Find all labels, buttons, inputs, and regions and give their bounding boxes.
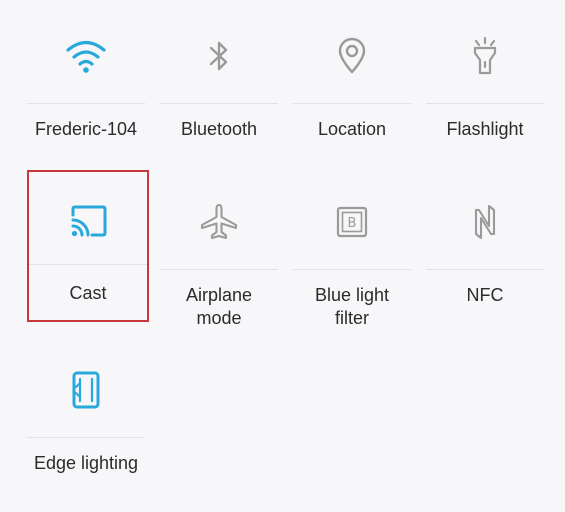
tile-divider: [426, 269, 544, 270]
tile-wifi[interactable]: Frederic-104: [27, 10, 145, 160]
tile-label: Flashlight: [446, 119, 524, 139]
bluetooth-icon: [160, 32, 278, 80]
quick-settings-panel: Frederic-104 Bluetooth Location Flashlig…: [0, 0, 565, 512]
tile-label: Blue light filter: [314, 285, 390, 328]
blue-light-filter-icon: B: [293, 198, 411, 246]
tile-label: Cast: [69, 283, 107, 303]
tile-flashlight[interactable]: Flashlight: [426, 10, 544, 160]
nfc-icon: [426, 198, 544, 246]
tile-divider: [160, 269, 278, 270]
airplane-icon: [160, 198, 278, 246]
location-pin-icon: [293, 32, 411, 80]
edge-lighting-icon: [27, 366, 145, 414]
tile-divider: [27, 437, 145, 438]
cast-icon: [29, 198, 147, 246]
tile-label: Edge lighting: [33, 453, 139, 473]
tile-label: NFC: [466, 285, 504, 305]
wifi-icon: [27, 32, 145, 80]
tile-location[interactable]: Location: [293, 10, 411, 160]
flashlight-icon: [426, 32, 544, 80]
tile-label: Frederic-104: [34, 119, 138, 139]
tile-label: Bluetooth: [180, 119, 258, 139]
tile-cast[interactable]: Cast: [27, 170, 149, 322]
tile-airplane-mode[interactable]: Airplane mode: [160, 176, 278, 328]
tile-bluetooth[interactable]: Bluetooth: [160, 10, 278, 160]
tile-divider: [29, 264, 147, 265]
tile-divider: [426, 103, 544, 104]
tile-divider: [293, 269, 411, 270]
tile-edge-lighting[interactable]: Edge lighting: [27, 344, 145, 494]
tile-label: Location: [317, 119, 387, 139]
tile-divider: [293, 103, 411, 104]
tile-divider: [27, 103, 145, 104]
tile-nfc[interactable]: NFC: [426, 176, 544, 326]
tile-divider: [160, 103, 278, 104]
tile-blue-light-filter[interactable]: B Blue light filter: [293, 176, 411, 328]
svg-text:B: B: [348, 216, 357, 231]
tile-label: Airplane mode: [185, 285, 253, 328]
